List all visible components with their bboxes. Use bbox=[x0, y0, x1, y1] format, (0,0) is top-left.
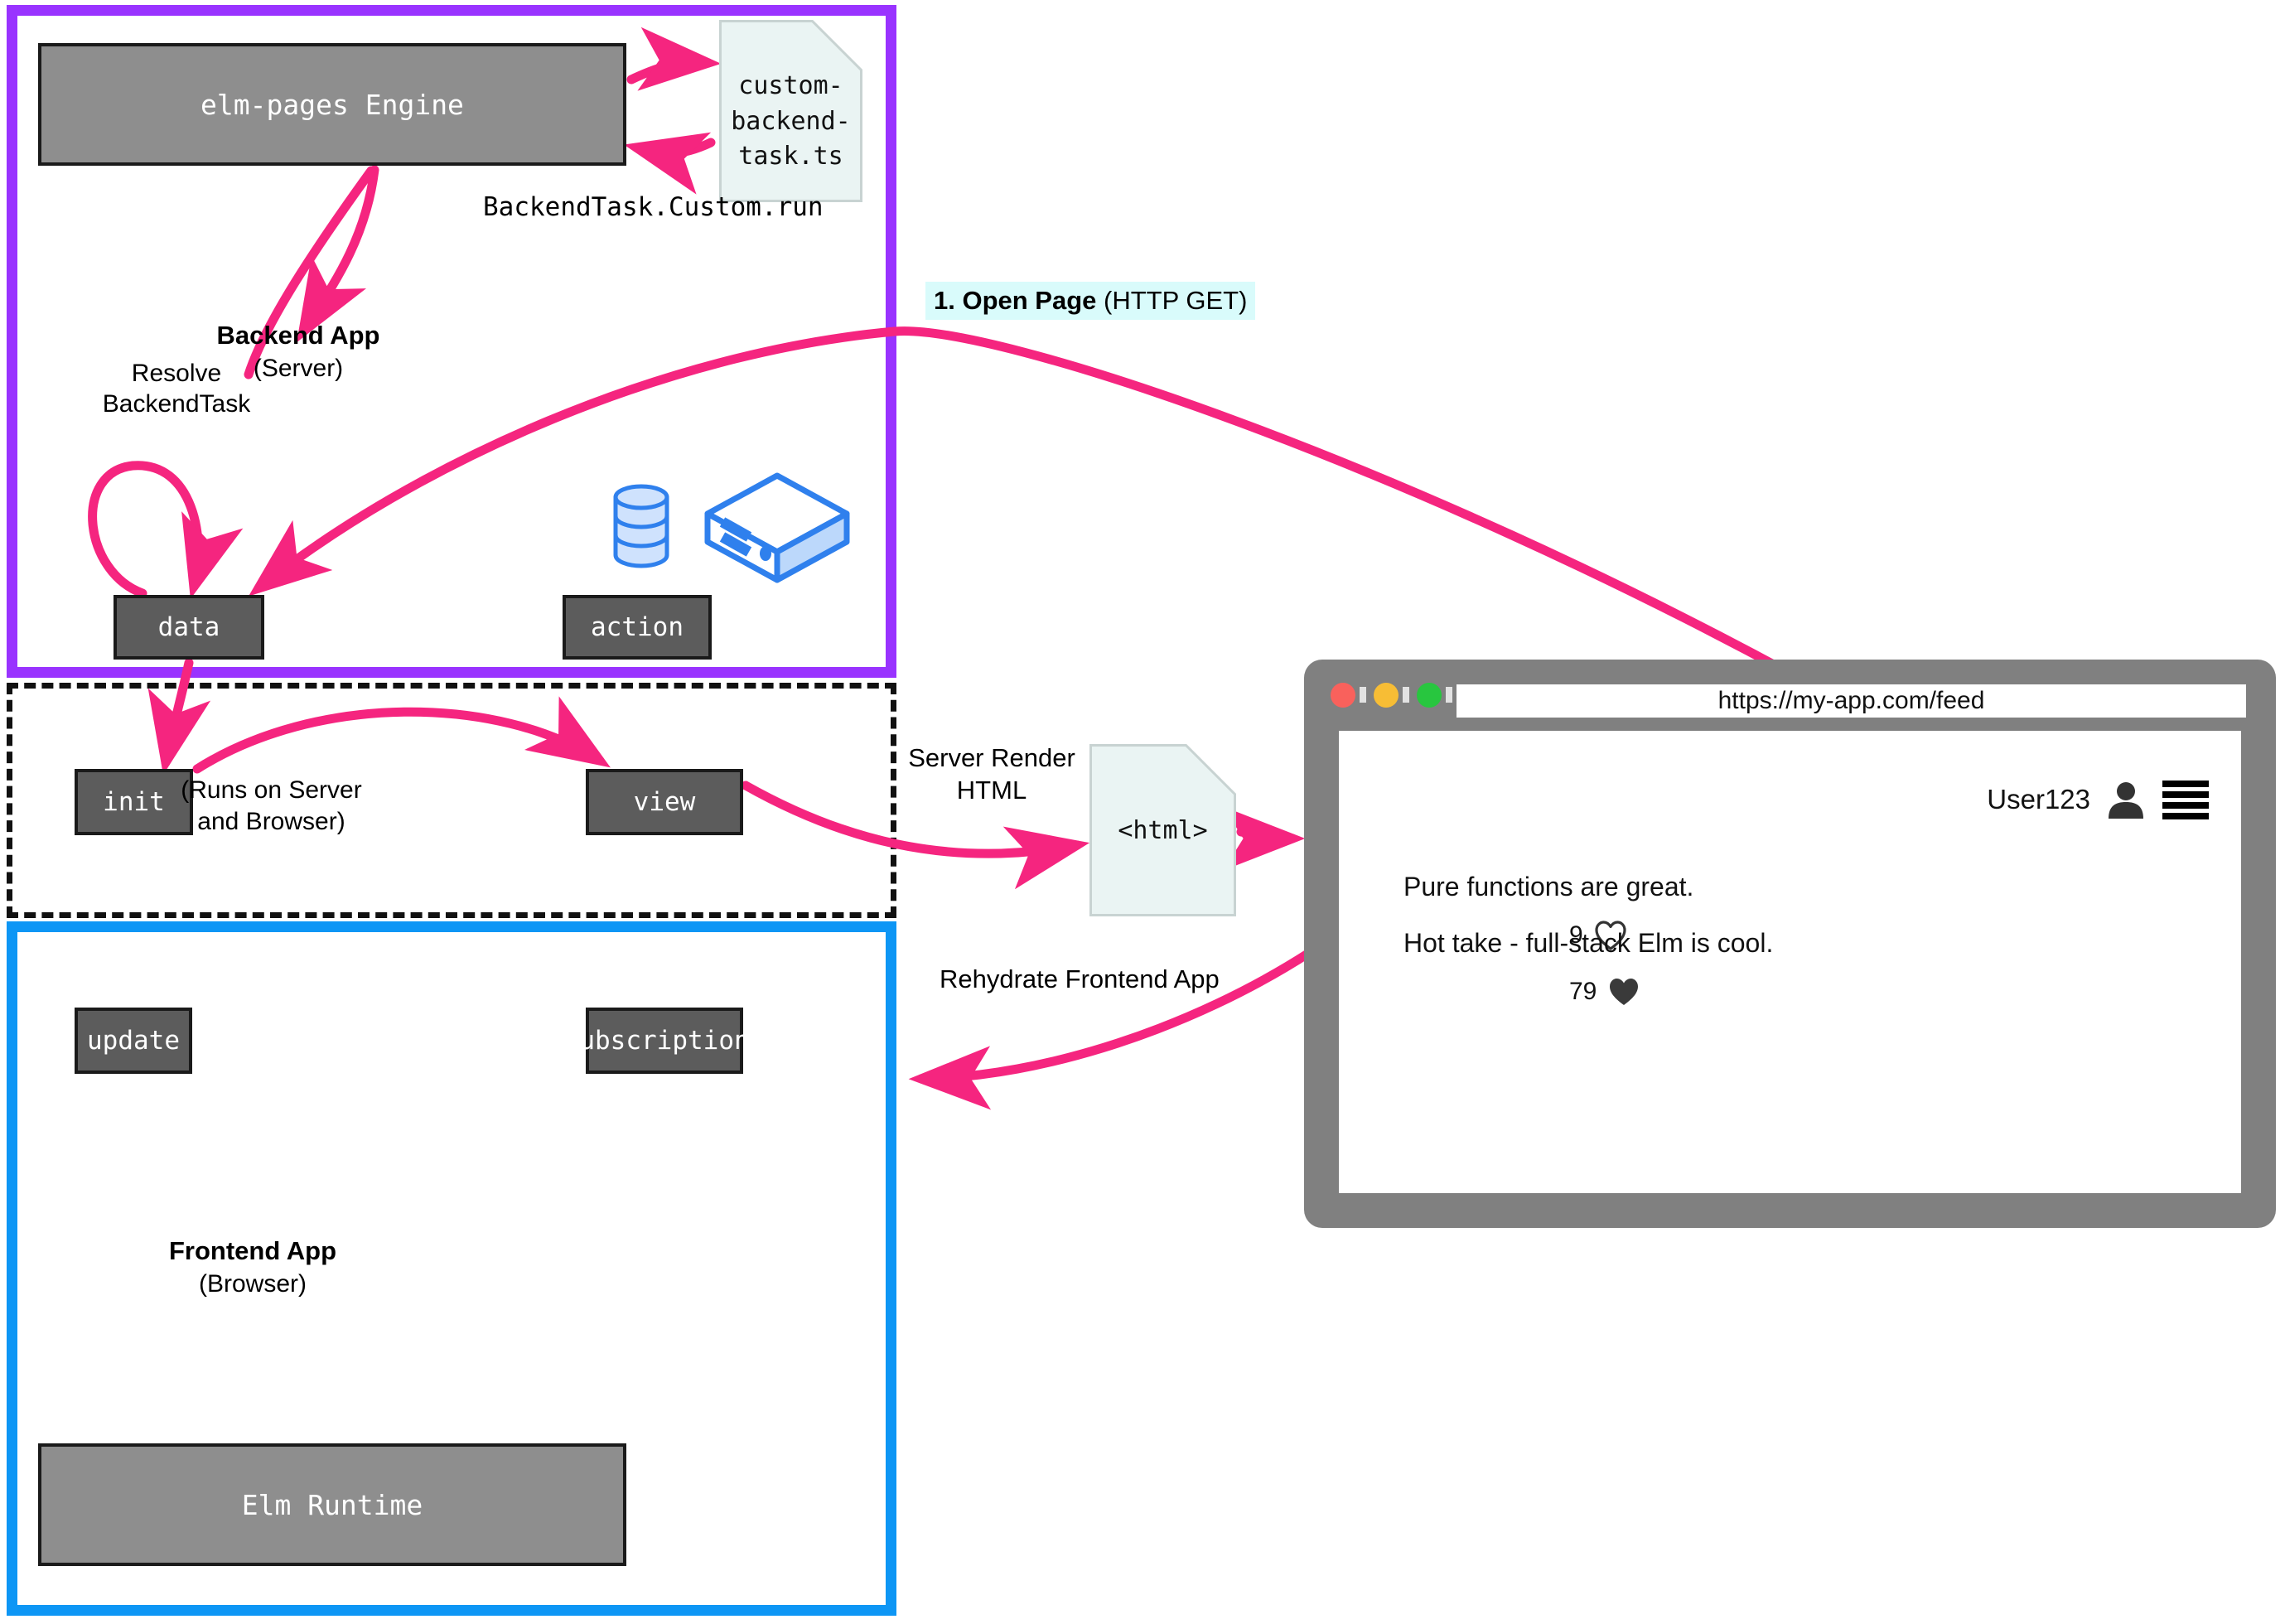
server-render-html-label: Server Render HTML bbox=[908, 743, 1075, 805]
address-bar[interactable]: https://my-app.com/feed bbox=[1457, 684, 2246, 718]
rendered-html-document: <html> bbox=[1089, 744, 1236, 916]
open-page-step-number: 1. Open Page bbox=[934, 286, 1097, 315]
window-minimize-button[interactable] bbox=[1374, 683, 1399, 708]
rehydrate-frontend-app-label: Rehydrate Frontend App bbox=[940, 964, 1220, 993]
custom-backend-task-file: custom- backend- task.ts bbox=[719, 20, 862, 202]
init-box-label: init bbox=[103, 787, 165, 817]
action-box-label: action bbox=[591, 612, 684, 642]
user-name-label: User123 bbox=[1987, 784, 2090, 814]
database-icon bbox=[613, 484, 669, 568]
backend-app-title: Backend App (Server) bbox=[170, 319, 427, 384]
like-count: 79 bbox=[1569, 978, 1597, 1005]
server-icon bbox=[704, 472, 850, 583]
frontend-app-title: Frontend App (Browser) bbox=[124, 1235, 381, 1300]
data-box-label: data bbox=[157, 612, 220, 642]
html-doc-text: <html> bbox=[1118, 816, 1208, 845]
runs-on-server-and-browser-label: (Runs on Server and Browser) bbox=[181, 776, 362, 836]
window-maximize-button[interactable] bbox=[1417, 683, 1442, 708]
post-text: Hot take - full-stack Elm is cool. bbox=[1403, 928, 1774, 958]
view-box: view bbox=[586, 769, 743, 835]
browser-viewport: User123 Pure functions are great. 9 Hot … bbox=[1339, 731, 2241, 1193]
page-fold-line bbox=[811, 20, 862, 71]
frontend-app-subtitle: (Browser) bbox=[198, 1270, 307, 1298]
post-like-row[interactable]: 79 bbox=[1569, 977, 2191, 1007]
diagram-canvas: elm-pages Engine custom- backend- task.t… bbox=[0, 0, 2285, 1624]
browser-window-mockup: https://my-app.com/feed User123 Pure fun… bbox=[1304, 660, 2276, 1228]
update-box: update bbox=[75, 1008, 192, 1074]
page-fold-line bbox=[1185, 744, 1236, 795]
elm-runtime-box: Elm Runtime bbox=[38, 1443, 626, 1566]
browser-chrome: https://my-app.com/feed bbox=[1304, 660, 2276, 731]
feed-post: Hot take - full-stack Elm is cool. 79 bbox=[1403, 928, 2191, 1007]
chrome-tick bbox=[1446, 687, 1452, 703]
window-close-button[interactable] bbox=[1331, 683, 1355, 708]
elm-pages-engine-label: elm-pages Engine bbox=[200, 88, 464, 121]
open-page-step-label: 1. Open Page (HTTP GET) bbox=[925, 282, 1256, 320]
backend-task-custom-run-label: BackendTask.Custom.run bbox=[483, 192, 824, 222]
elm-pages-engine-box: elm-pages Engine bbox=[38, 43, 626, 166]
site-header: User123 bbox=[1987, 779, 2210, 820]
heart-filled-icon[interactable] bbox=[1608, 977, 1640, 1007]
subscriptions-box: subscriptions bbox=[564, 1008, 765, 1074]
custom-backend-task-filename: custom- backend- task.ts bbox=[731, 71, 851, 172]
update-box-label: update bbox=[87, 1026, 180, 1056]
post-text: Pure functions are great. bbox=[1403, 872, 1694, 901]
open-page-method: (HTTP GET) bbox=[1104, 286, 1248, 315]
elm-runtime-label: Elm Runtime bbox=[241, 1488, 423, 1521]
subscriptions-box-label: subscriptions bbox=[563, 1026, 766, 1056]
address-bar-url: https://my-app.com/feed bbox=[1717, 687, 1985, 714]
chrome-tick bbox=[1360, 687, 1366, 703]
action-box: action bbox=[563, 595, 712, 660]
view-box-label: view bbox=[633, 787, 696, 817]
data-box: data bbox=[114, 595, 264, 660]
backend-app-subtitle: (Server) bbox=[253, 355, 344, 383]
chrome-tick bbox=[1403, 687, 1409, 703]
hamburger-menu-icon[interactable] bbox=[2162, 779, 2210, 820]
user-avatar-icon[interactable] bbox=[2107, 781, 2145, 819]
